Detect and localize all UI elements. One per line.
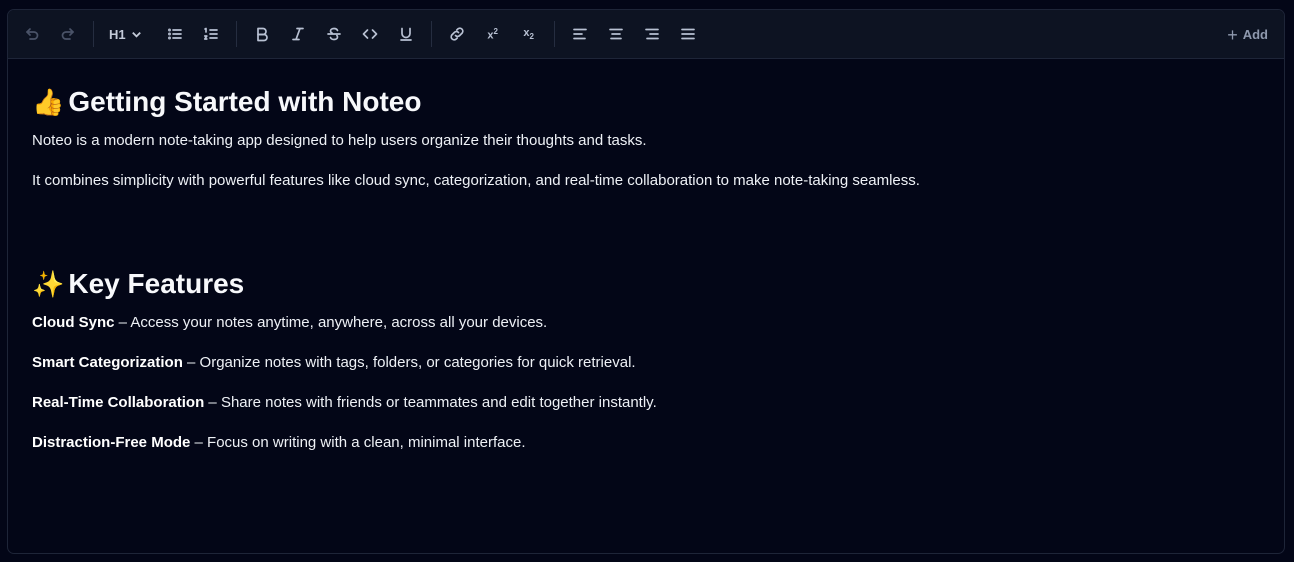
heading-level-value: H1 bbox=[109, 26, 126, 42]
underline-button[interactable] bbox=[390, 18, 422, 50]
toolbar-divider bbox=[93, 21, 94, 47]
align-center-icon bbox=[608, 28, 623, 40]
align-left-button[interactable] bbox=[564, 18, 596, 50]
toolbar-divider bbox=[553, 21, 555, 47]
rich-text-editor: H1 x2 x2 + Add 👍 Getting Started with No… bbox=[7, 9, 1285, 554]
feature-name: Real-Time Collaboration bbox=[32, 394, 205, 411]
heading-getting-started: 👍 Getting Started with Noteo bbox=[32, 85, 1260, 119]
bullet-list-button[interactable] bbox=[159, 18, 191, 50]
undo-button[interactable] bbox=[16, 18, 48, 50]
feature-item: Distraction-Free Mode – Focus on writing… bbox=[32, 433, 1260, 453]
redo-button[interactable] bbox=[52, 18, 84, 50]
bullet-list-icon bbox=[167, 28, 182, 40]
editor-content[interactable]: 👍 Getting Started with Noteo Noteo is a … bbox=[8, 59, 1284, 453]
heading-key-features: ✨ Key Features bbox=[32, 267, 1260, 301]
thumbs-up-icon: 👍 bbox=[32, 86, 65, 117]
ordered-list-icon bbox=[203, 27, 218, 40]
heading-text: Getting Started with Noteo bbox=[68, 86, 422, 117]
feature-item: Real-Time Collaboration – Share notes wi… bbox=[32, 393, 1260, 413]
code-button[interactable] bbox=[354, 18, 386, 50]
align-justify-icon bbox=[680, 28, 695, 40]
undo-icon bbox=[26, 28, 39, 40]
align-justify-button[interactable] bbox=[672, 18, 704, 50]
bold-icon bbox=[256, 27, 268, 42]
feature-name: Smart Categorization bbox=[32, 354, 183, 371]
superscript-button[interactable]: x2 bbox=[477, 18, 509, 50]
chevron-down-icon bbox=[131, 31, 141, 38]
subscript-button[interactable]: x2 bbox=[513, 18, 545, 50]
code-icon bbox=[362, 29, 377, 39]
align-right-button[interactable] bbox=[636, 18, 668, 50]
italic-icon bbox=[291, 27, 304, 41]
feature-name: Distraction-Free Mode bbox=[32, 434, 191, 451]
feature-item: Smart Categorization – Organize notes wi… bbox=[32, 353, 1260, 373]
feature-description: – Share notes with friends or teammates … bbox=[204, 394, 657, 411]
strikethrough-icon bbox=[326, 27, 341, 41]
plus-icon: + bbox=[1227, 24, 1238, 45]
align-right-icon bbox=[644, 28, 659, 40]
strikethrough-button[interactable] bbox=[318, 18, 350, 50]
feature-description: – Focus on writing with a clean, minimal… bbox=[190, 434, 526, 451]
feature-description: – Organize notes with tags, folders, or … bbox=[182, 354, 636, 371]
ordered-list-button[interactable] bbox=[195, 18, 227, 50]
sparkles-icon: ✨ bbox=[32, 268, 65, 299]
redo-icon bbox=[61, 28, 74, 40]
feature-item: Cloud Sync – Access your notes anytime, … bbox=[32, 313, 1260, 333]
align-center-button[interactable] bbox=[600, 18, 632, 50]
add-button-label: Add bbox=[1242, 27, 1268, 42]
paragraph: Noteo is a modern note-taking app design… bbox=[32, 132, 647, 149]
heading-level-dropdown[interactable]: H1 bbox=[103, 18, 149, 50]
superscript-icon: x2 bbox=[487, 26, 498, 42]
toolbar-divider bbox=[235, 21, 237, 47]
empty-space bbox=[32, 211, 1260, 267]
add-button[interactable]: + Add bbox=[1227, 10, 1268, 59]
paragraph: It combines simplicity with powerful fea… bbox=[32, 172, 920, 189]
bold-button[interactable] bbox=[246, 18, 278, 50]
underline-icon bbox=[399, 27, 412, 41]
editor-toolbar: H1 x2 x2 + Add bbox=[8, 10, 1284, 59]
toolbar-divider bbox=[430, 21, 432, 47]
subscript-icon: x2 bbox=[523, 26, 534, 42]
feature-name: Cloud Sync bbox=[32, 314, 115, 331]
link-button[interactable] bbox=[441, 18, 473, 50]
feature-description: – Access your notes anytime, anywhere, a… bbox=[114, 314, 548, 331]
italic-button[interactable] bbox=[282, 18, 314, 50]
align-left-icon bbox=[572, 28, 587, 40]
heading-text: Key Features bbox=[68, 268, 245, 299]
link-icon bbox=[450, 27, 464, 41]
